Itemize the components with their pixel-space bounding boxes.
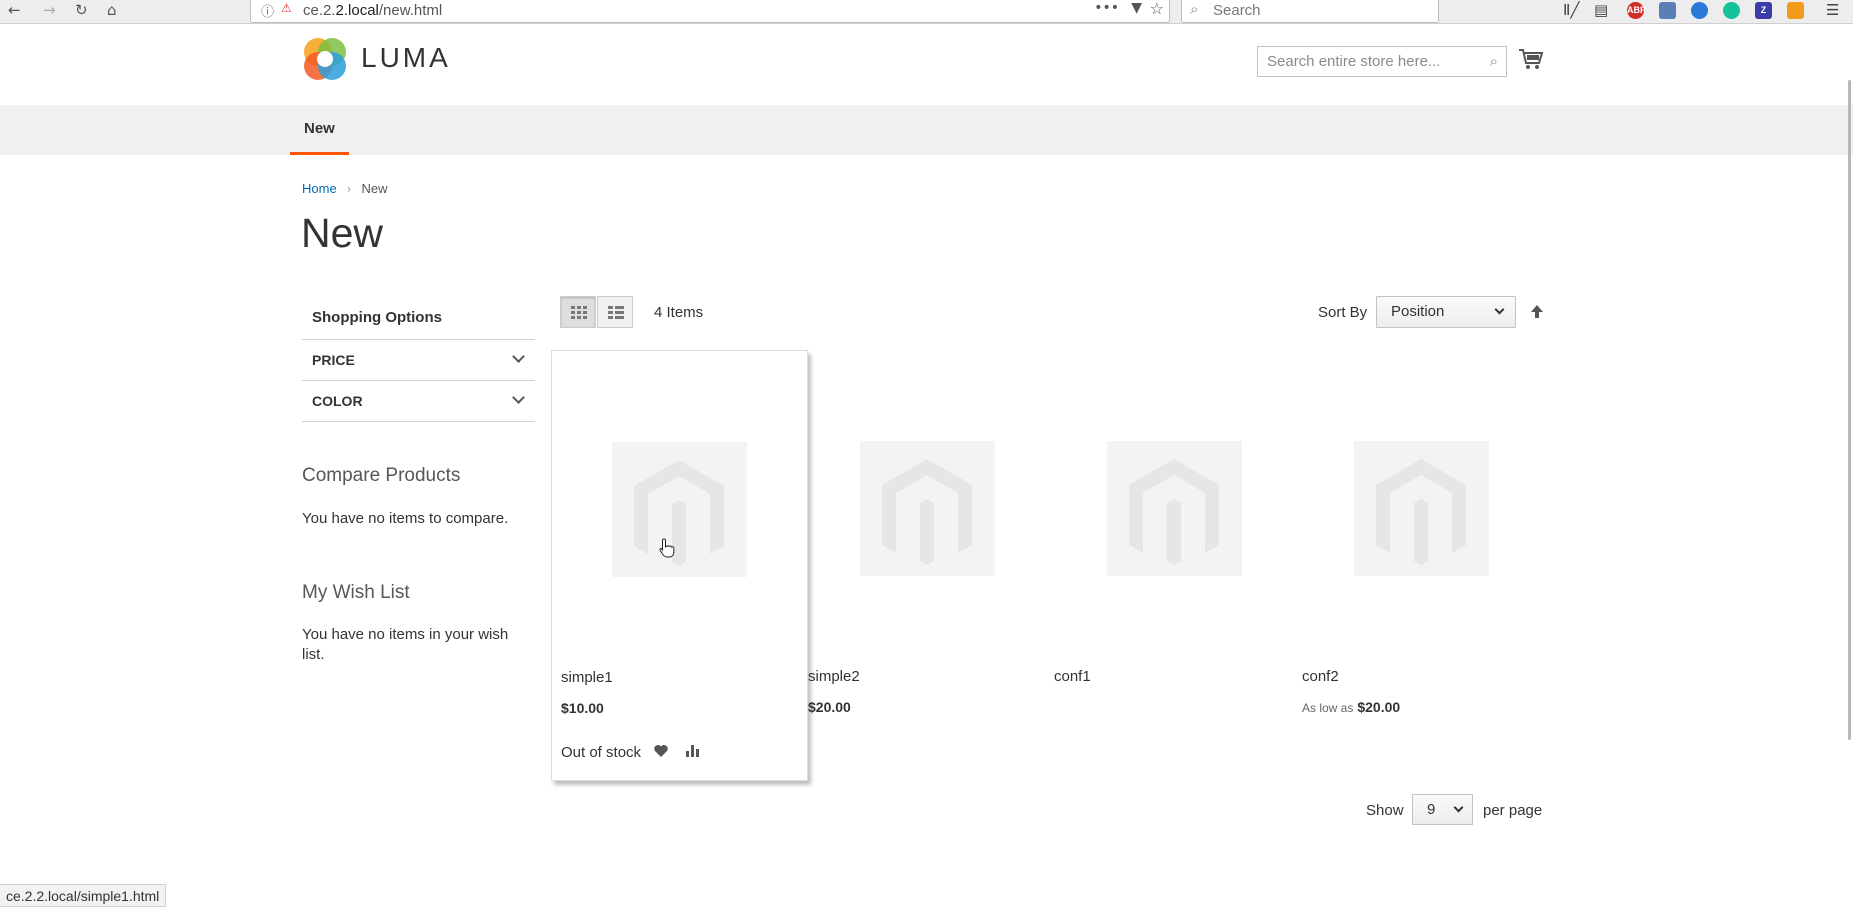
product-placeholder-image[interactable] (1354, 441, 1489, 576)
list-icon (608, 306, 624, 319)
product-item[interactable]: conf1 (1046, 350, 1303, 781)
shopping-options-title: Shopping Options (302, 296, 535, 340)
browser-search-placeholder: Search (1213, 2, 1261, 19)
rss-icon[interactable] (1787, 2, 1804, 19)
breadcrumb-home[interactable]: Home (302, 181, 337, 196)
chevron-down-icon (1494, 304, 1505, 315)
product-name[interactable]: simple2 (808, 668, 860, 685)
show-label: Show (1366, 802, 1404, 819)
address-bar[interactable]: ⓘ ⚠ ce.2.2.local/new.html ••• ▼ ☆ (250, 0, 1170, 23)
main-navigation: New (0, 105, 1853, 155)
compare-icon[interactable] (685, 743, 701, 759)
hand-cursor-icon (659, 538, 675, 558)
product-price: $20.00 (808, 699, 851, 715)
product-price: $10.00 (561, 700, 604, 716)
product-name[interactable]: conf1 (1054, 668, 1091, 685)
filter-color-label: Color (312, 393, 363, 409)
nav-item-new[interactable]: New (290, 105, 349, 155)
filter-price[interactable]: Price (302, 340, 535, 381)
wishlist-title: My Wish List (302, 582, 410, 603)
price-value: $20.00 (1357, 699, 1401, 715)
items-count: 4 Items (654, 304, 704, 321)
library-icon[interactable]: Ⅱ╱ (1563, 1, 1579, 19)
search-icon[interactable]: ⌕ (1490, 52, 1498, 70)
list-view-button[interactable] (597, 296, 633, 328)
cart-icon[interactable] (1518, 46, 1544, 72)
insecure-lock-icon[interactable]: ⚠ (281, 1, 292, 15)
sort-direction-arrow-icon[interactable] (1528, 302, 1546, 322)
breadcrumb-separator-icon: › (346, 182, 352, 196)
store-search: ⌕ (1257, 46, 1507, 77)
filter-price-label: Price (312, 352, 355, 368)
bookmark-star-icon[interactable]: ☆ (1150, 0, 1164, 18)
price-prefix: As low as (1302, 701, 1354, 715)
sync-extension-icon[interactable] (1691, 2, 1708, 19)
search-icon: ⌕ (1190, 0, 1199, 18)
sidebar-icon[interactable]: ▤ (1594, 1, 1608, 19)
page-actions-icon[interactable]: ••• (1094, 0, 1119, 16)
browser-toolbar: ← → ↻ ⌂ ⓘ ⚠ ce.2.2.local/new.html ••• ▼ … (0, 0, 1853, 24)
products-toolbar: 4 Items Sort By Position (560, 296, 1544, 330)
sort-by-value: Position (1391, 303, 1445, 320)
page-title: New (301, 210, 384, 256)
info-icon[interactable]: ⓘ (261, 1, 274, 20)
per-page-label: per page (1483, 802, 1543, 819)
adblock-icon[interactable]: ABP (1627, 2, 1646, 19)
product-name[interactable]: conf2 (1302, 668, 1339, 685)
home-icon[interactable]: ⌂ (107, 0, 117, 20)
menu-icon[interactable]: ☰ (1826, 1, 1839, 19)
product-name[interactable]: simple1 (561, 669, 613, 686)
url-text: ce.2.2.local/new.html (303, 2, 443, 19)
back-icon[interactable]: ← (8, 0, 21, 20)
grid-view-button[interactable] (560, 296, 596, 328)
filter-color[interactable]: Color (302, 381, 535, 422)
product-placeholder-image[interactable] (860, 441, 995, 576)
store-search-input[interactable] (1258, 47, 1478, 76)
chevron-down-icon (1453, 802, 1464, 813)
per-page-select[interactable]: 9 (1412, 794, 1473, 825)
reload-icon[interactable]: ↻ (75, 0, 88, 20)
logo-text[interactable]: LUMA (361, 42, 451, 74)
heart-icon[interactable] (653, 743, 669, 759)
breadcrumb-current: New (361, 181, 388, 196)
stock-status: Out of stock (561, 744, 642, 761)
product-item[interactable]: conf2 As low as $20.00 (1293, 350, 1550, 781)
zotero-icon[interactable]: Z (1755, 2, 1772, 19)
product-item[interactable]: simple2 $20.00 (799, 350, 1056, 781)
sidebar: Shopping Options Price Color (302, 296, 535, 422)
per-page-value: 9 (1427, 801, 1436, 818)
breadcrumb: Home › New (302, 181, 388, 196)
forward-icon[interactable]: → (43, 0, 56, 20)
extension-icon[interactable] (1659, 2, 1676, 19)
pocket-icon[interactable]: ▼ (1131, 0, 1142, 16)
chevron-down-icon (512, 391, 525, 404)
product-placeholder-image[interactable] (612, 442, 747, 577)
product-price: As low as $20.00 (1302, 699, 1400, 715)
browser-status-url: ce.2.2.local/simple1.html (0, 884, 167, 907)
grid-icon (571, 306, 587, 319)
grammarly-icon[interactable] (1723, 2, 1740, 19)
browser-search-field[interactable]: ⌕ Search (1181, 0, 1439, 23)
product-item[interactable]: simple1 $10.00 Out of stock (551, 350, 808, 781)
compare-products-title: Compare Products (302, 465, 461, 486)
chevron-down-icon (512, 350, 525, 363)
product-placeholder-image[interactable] (1107, 441, 1242, 576)
luma-logo-icon[interactable] (302, 36, 348, 82)
scrollbar-thumb[interactable] (1848, 80, 1851, 740)
sort-by-label: Sort By (1318, 304, 1368, 321)
page-limiter: Show 9 per page (1366, 794, 1546, 826)
compare-empty-text: You have no items to compare. (302, 510, 509, 527)
wishlist-empty-text: You have no items in your wish list. (302, 626, 509, 663)
sort-by-select[interactable]: Position (1376, 296, 1516, 328)
